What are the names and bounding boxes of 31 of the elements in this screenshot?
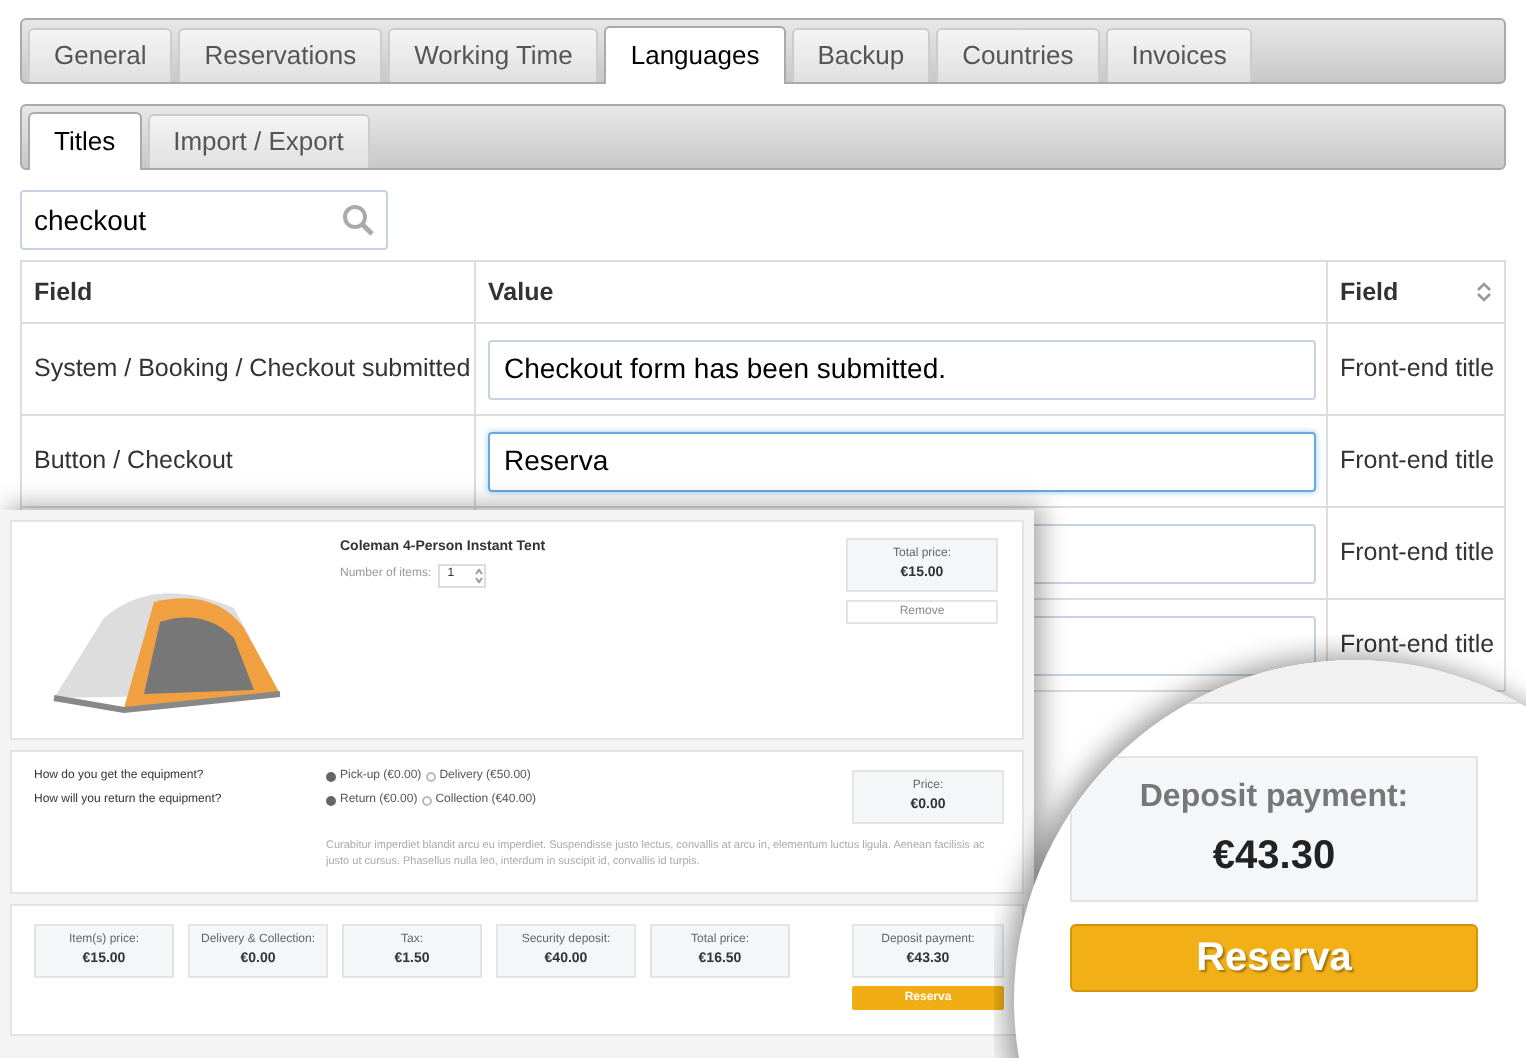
search-icon[interactable] — [342, 204, 374, 236]
tab[interactable]: Titles — [28, 112, 142, 170]
sort-icon[interactable] — [1476, 280, 1492, 304]
tab[interactable]: Reservations — [178, 28, 383, 82]
input-field[interactable]: Checkout form has been submitted. — [488, 339, 1316, 399]
table-cell: Front-end title — [1340, 354, 1495, 383]
table-cell: Front-end title — [1340, 446, 1495, 475]
table-cell: Front-end title — [1340, 538, 1495, 567]
deposit-label: Deposit payment: — [1139, 777, 1409, 817]
tab[interactable]: Working Time — [388, 28, 599, 82]
column-header: Field — [34, 275, 93, 310]
tab[interactable]: Backup — [791, 28, 931, 82]
table-cell: Front-end title — [1340, 630, 1495, 659]
search-field[interactable]: checkout — [20, 190, 388, 250]
spinner-icon[interactable] — [473, 565, 484, 585]
radio-button[interactable] — [326, 772, 336, 782]
tab[interactable]: Countries — [936, 28, 1100, 82]
tab[interactable]: Invoices — [1105, 28, 1253, 82]
table-cell: System / Booking / Checkout submitted — [34, 354, 471, 383]
radio-button[interactable] — [326, 796, 336, 806]
column-header: Value — [488, 275, 554, 310]
column-header: Field — [1340, 275, 1399, 310]
radio-button[interactable] — [425, 772, 436, 782]
tab[interactable]: Import / Export — [147, 114, 370, 168]
input-field[interactable]: Reserva — [488, 431, 1316, 491]
search-input[interactable]: checkout — [34, 199, 342, 241]
radio-button[interactable] — [421, 796, 432, 806]
deposit-value: €43.30 — [1212, 831, 1336, 881]
tab[interactable]: General — [28, 28, 173, 82]
table-cell: Button / Checkout — [34, 446, 233, 475]
tab[interactable]: Languages — [604, 26, 786, 84]
